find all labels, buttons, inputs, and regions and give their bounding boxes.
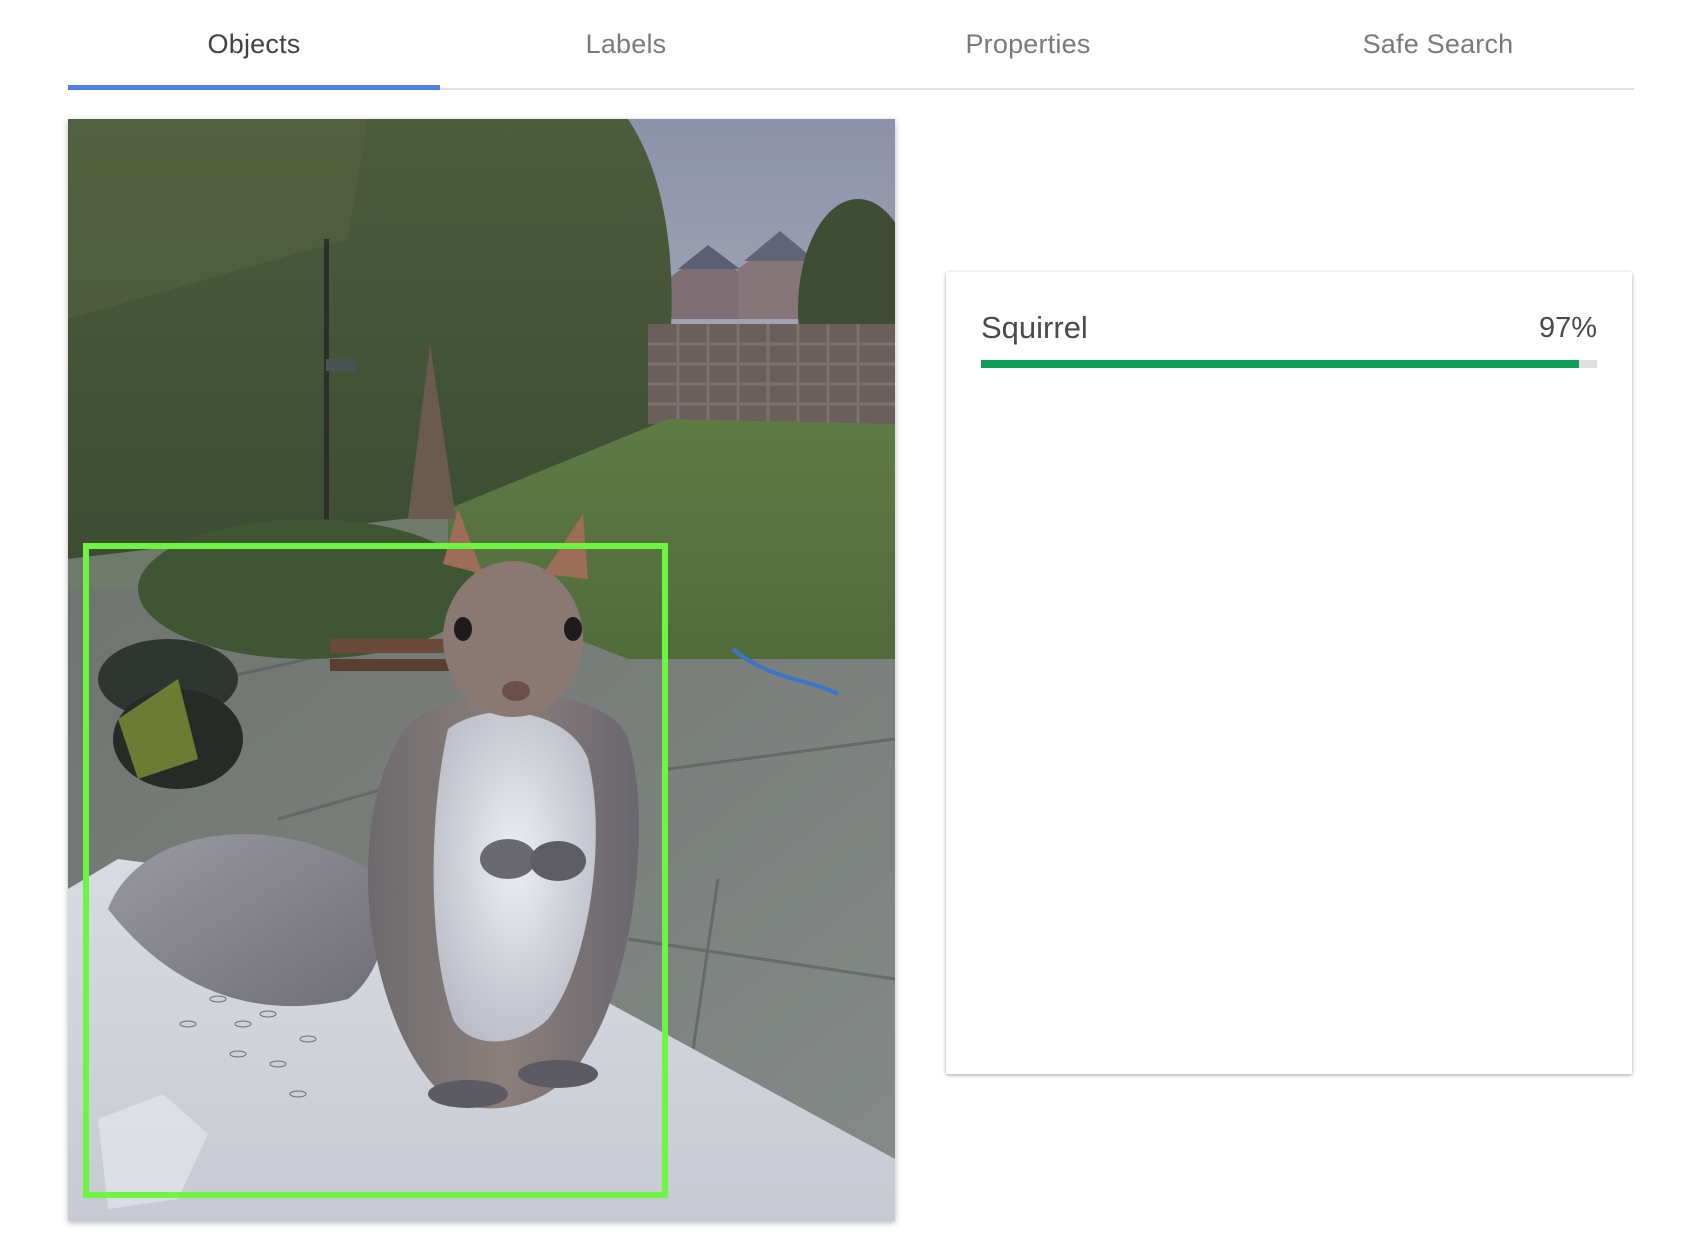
confidence-bar-track bbox=[981, 360, 1597, 368]
confidence-bar-fill bbox=[981, 360, 1579, 368]
squirrel-bounding-box bbox=[83, 543, 668, 1198]
tab-safe-search[interactable]: Safe Search bbox=[1248, 0, 1628, 88]
objects-results-card: Squirrel 97% bbox=[946, 272, 1632, 1074]
object-label: Squirrel bbox=[981, 310, 1088, 345]
tab-bar: Objects Labels Properties Safe Search bbox=[68, 0, 1634, 90]
tab-properties[interactable]: Properties bbox=[838, 0, 1218, 88]
tab-objects[interactable]: Objects bbox=[68, 0, 440, 88]
tab-labels[interactable]: Labels bbox=[454, 0, 798, 88]
analyzed-image bbox=[68, 119, 895, 1221]
active-tab-indicator bbox=[68, 85, 440, 90]
confidence-score: 97% bbox=[1538, 312, 1597, 344]
